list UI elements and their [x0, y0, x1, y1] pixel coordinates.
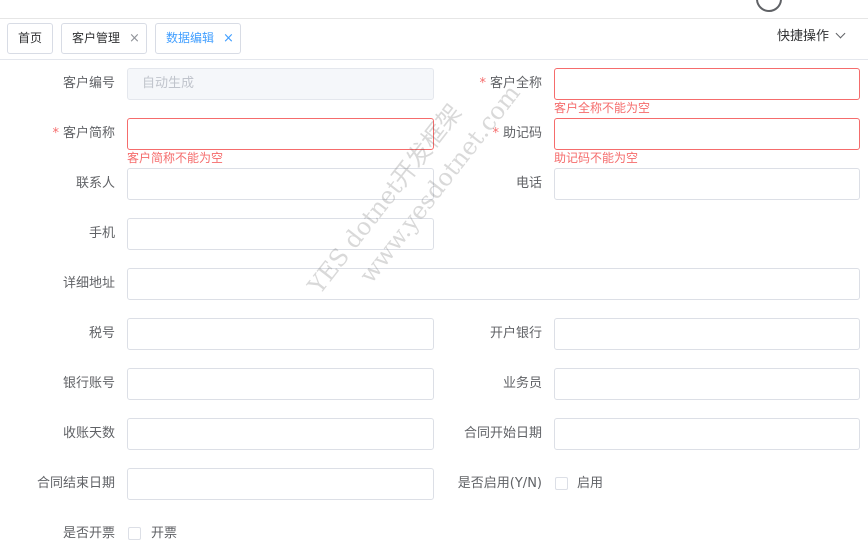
phone-input[interactable] — [554, 168, 860, 200]
close-icon[interactable]: × — [223, 24, 234, 53]
tax-number-input[interactable] — [127, 318, 434, 350]
short-name-label: * 客户简称 — [52, 126, 115, 141]
bank-input[interactable] — [554, 318, 860, 350]
invoice-option-label[interactable]: 开票 — [151, 526, 177, 542]
mnemonic-label: * 助记码 — [492, 126, 542, 141]
bank-label: 开户银行 — [489, 326, 542, 341]
contract-end-label: 合同结束日期 — [36, 476, 115, 491]
quick-actions-label: 快捷操作 — [777, 29, 830, 44]
tab-customer-management[interactable]: 客户管理 × — [61, 23, 147, 54]
contract-end-input[interactable] — [127, 468, 434, 500]
contact-input[interactable] — [127, 168, 434, 200]
tabs-bar: 首页 客户管理 × 数据编辑 × 快捷操作 — [0, 19, 868, 60]
invoice-label: 是否开票 — [62, 526, 115, 541]
short-name-input[interactable] — [127, 118, 434, 150]
mnemonic-input[interactable] — [554, 118, 860, 150]
short-name-error: 客户简称不能为空 — [127, 151, 224, 165]
tab-label: 数据编辑 — [166, 31, 215, 45]
chevron-down-icon — [835, 28, 846, 39]
full-name-input[interactable] — [554, 68, 860, 100]
address-input[interactable] — [127, 268, 860, 300]
user-avatar-icon[interactable] — [756, 0, 782, 12]
tab-home[interactable]: 首页 — [7, 23, 53, 54]
mobile-label: 手机 — [88, 226, 115, 241]
salesman-input[interactable] — [554, 368, 860, 400]
bank-account-input[interactable] — [127, 368, 434, 400]
contact-label: 联系人 — [75, 176, 115, 191]
enabled-checkbox[interactable] — [555, 477, 568, 490]
full-name-label: * 客户全称 — [479, 76, 542, 91]
tab-data-edit[interactable]: 数据编辑 × — [155, 23, 241, 54]
contract-start-input[interactable] — [554, 418, 860, 450]
quick-actions-button[interactable]: 快捷操作 — [777, 27, 846, 47]
tab-label: 客户管理 — [72, 31, 121, 45]
contract-start-label: 合同开始日期 — [463, 426, 542, 441]
enabled-option-label[interactable]: 启用 — [577, 476, 603, 492]
full-name-error: 客户全称不能为空 — [554, 101, 651, 115]
top-header — [0, 0, 868, 19]
enabled-label: 是否启用(Y/N) — [457, 476, 542, 491]
collect-days-input[interactable] — [127, 418, 434, 450]
bank-account-label: 银行账号 — [62, 376, 115, 391]
mobile-input[interactable] — [127, 218, 434, 250]
customer-code-input: 自动生成 — [127, 68, 434, 100]
customer-code-label: 客户编号 — [62, 76, 115, 91]
collect-days-label: 收账天数 — [62, 426, 115, 441]
invoice-checkbox[interactable] — [128, 527, 141, 540]
mnemonic-error: 助记码不能为空 — [554, 151, 639, 165]
phone-label: 电话 — [515, 176, 542, 191]
tax-number-label: 税号 — [88, 326, 115, 341]
tab-label: 首页 — [18, 31, 43, 45]
close-icon[interactable]: × — [129, 24, 140, 53]
customer-code-placeholder: 自动生成 — [142, 76, 195, 91]
address-label: 详细地址 — [62, 276, 115, 291]
salesman-label: 业务员 — [502, 376, 542, 391]
